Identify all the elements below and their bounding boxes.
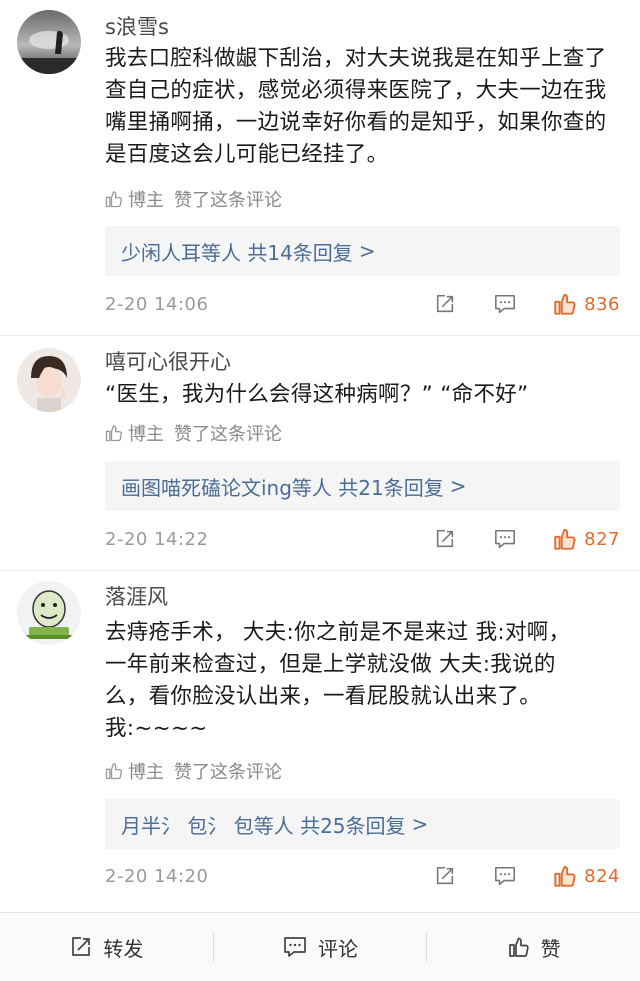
comment-actions: 827 [433,526,620,552]
comment-bubble-icon [495,866,516,886]
comment-actions: 836 [433,291,620,317]
author-liked-row: 博主 赞了这条评论 [104,187,282,211]
author-liked-row: 博主 赞了这条评论 [104,421,282,445]
comment-bubble-icon [284,937,306,957]
bottom-action-bar: 转发 评论 赞 [0,912,640,981]
comment-item: 嘻可心很开心 “医生，我为什么会得这种病啊？” “命不好” 博主 赞了这条评论 … [0,336,640,570]
comment-text: 去痔疮手术， 大夫:你之前是不是来过 我:对啊， 一年前来检查过，但是上学就没做… [105,617,625,745]
author-label: 博主 [128,424,164,445]
like-count: 827 [584,528,620,550]
avatar[interactable] [17,10,81,74]
comment-button[interactable] [492,293,518,315]
chevron-right-icon: > [449,474,467,498]
timestamp: 2-20 14:20 [105,865,209,887]
reply-summary-link[interactable]: 少闲人耳等人 共14条回复 > [105,226,620,276]
repost-label: 转发 [103,936,144,961]
thumbs-up-outline-icon [105,425,123,442]
avatar-image [17,10,81,74]
thumbs-up-outline-icon [508,937,529,957]
comment-button[interactable] [492,865,518,887]
comment-bubble-icon [495,294,516,314]
reply-summary-text: 画图喵死磕论文ing等人 共21条回复 [121,475,444,500]
chevron-right-icon: > [411,812,429,836]
share-icon [437,529,454,548]
comment-item: 落涯风 去痔疮手术， 大夫:你之前是不是来过 我:对啊， 一年前来检查过，但是上… [0,571,640,912]
like-count: 824 [584,865,620,887]
comment-meta-row: 2-20 14:20 824 [105,861,620,891]
comment-actions: 824 [433,863,620,889]
thumbs-up-icon [554,528,576,550]
comment-button[interactable]: 评论 [214,913,427,981]
thumbs-up-outline-icon [105,191,123,208]
comment-text-line: 么，看你脸没认出来，一看屁股就认出来了。 [105,684,542,709]
like-button[interactable]: 836 [552,291,620,317]
repost-icon [72,937,91,956]
share-icon [437,294,454,313]
reply-summary-text: 月半氵 包氵 包等人 共25条回复 [121,813,406,838]
comment-bubble-icon [495,529,516,549]
share-button[interactable] [433,293,457,315]
like-label: 赞 [540,936,561,961]
username[interactable]: 嘻可心很开心 [105,349,231,375]
like-button[interactable]: 827 [552,526,620,552]
author-label: 博主 [128,762,164,783]
reply-summary-text: 少闲人耳等人 共14条回复 [121,240,353,265]
thumbs-up-icon [554,293,576,315]
comment-text-line: 我:~~~~ [105,716,208,741]
username[interactable]: 落涯风 [105,584,168,610]
chevron-right-icon: > [358,239,376,263]
avatar-image [17,581,81,645]
share-icon [437,866,454,885]
reply-summary-link[interactable]: 画图喵死磕论文ing等人 共21条回复 > [105,461,620,511]
comment-button[interactable] [492,528,518,550]
author-liked-row: 博主 赞了这条评论 [104,759,282,783]
timestamp: 2-20 14:22 [105,528,209,550]
liked-label: 赞了这条评论 [174,762,282,783]
like-button[interactable]: 赞 [427,913,640,981]
comment-item: s浪雪s 我去口腔科做龈下刮治，对大夫说我是在知乎上查了查自己的症状，感觉必须得… [0,0,640,335]
comment-label: 评论 [318,936,358,961]
avatar[interactable] [17,581,81,645]
comment-text: “医生，我为什么会得这种病啊？” “命不好” [105,382,529,407]
author-label: 博主 [128,190,164,211]
liked-label: 赞了这条评论 [174,190,282,211]
comment-meta-row: 2-20 14:06 836 [105,289,620,319]
timestamp: 2-20 14:06 [105,293,209,315]
comment-text: 我去口腔科做龈下刮治，对大夫说我是在知乎上查了查自己的症状，感觉必须得来医院了，… [105,46,607,167]
share-button[interactable] [433,528,457,550]
thumbs-up-icon [554,865,576,887]
reply-summary-link[interactable]: 月半氵 包氵 包等人 共25条回复 > [105,799,620,849]
share-button[interactable] [433,865,457,887]
repost-button[interactable]: 转发 [0,913,213,981]
comment-text-line: 去痔疮手术， 大夫:你之前是不是来过 我:对啊， [105,620,571,645]
liked-label: 赞了这条评论 [174,424,282,445]
username[interactable]: s浪雪s [105,14,169,40]
comment-text-line: 一年前来检查过，但是上学就没做 大夫:我说的 [105,652,556,677]
like-count: 836 [584,293,620,315]
thumbs-up-outline-icon [105,763,123,780]
like-button[interactable]: 824 [552,863,620,889]
comment-meta-row: 2-20 14:22 827 [105,524,620,554]
avatar[interactable] [17,348,81,412]
avatar-image [17,348,81,412]
